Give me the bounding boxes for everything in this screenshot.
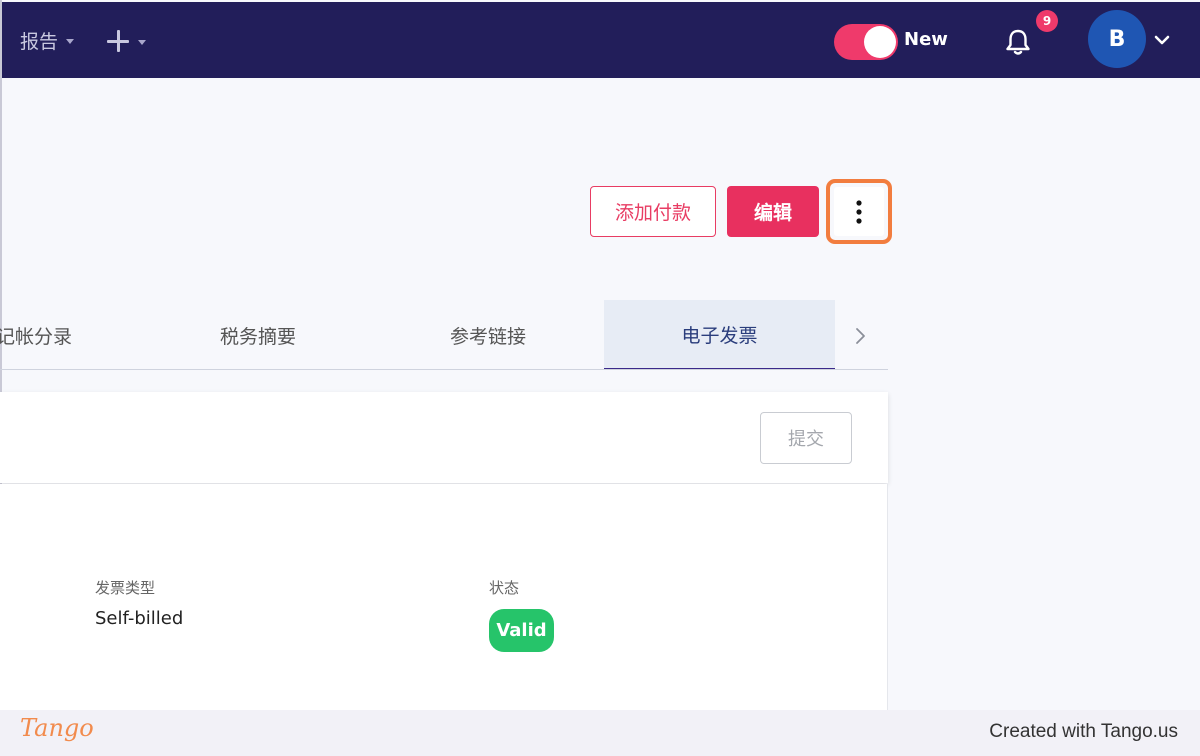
tab-e-invoice[interactable]: 电子发票: [604, 300, 835, 370]
caret-down-icon: [138, 39, 146, 45]
status-badge: Valid: [489, 609, 554, 652]
tabs-divider: [0, 369, 888, 370]
tab-tax-summary[interactable]: 税务摘要: [158, 300, 358, 370]
e-invoice-toolbar-card: 提交: [0, 392, 888, 483]
chevron-down-icon: [1154, 35, 1170, 45]
invoice-type-value: Self-billed: [95, 608, 184, 629]
reports-menu[interactable]: 报告: [20, 26, 75, 54]
avatar-initial: B: [1108, 26, 1126, 52]
submit-button[interactable]: 提交: [760, 412, 852, 464]
toggle-knob: [864, 26, 896, 58]
status-label: 状态: [489, 579, 520, 597]
footer-credit: Created with Tango.us: [989, 721, 1178, 742]
new-ui-toggle[interactable]: [834, 24, 898, 60]
add-payment-button[interactable]: 添加付款: [590, 186, 716, 237]
account-menu-toggle[interactable]: [1152, 30, 1172, 50]
toggle-label: New: [904, 29, 948, 50]
tab-bar: 记帐分录 税务摘要 参考链接 电子发票: [0, 300, 888, 371]
tab-reference-links[interactable]: 参考链接: [388, 300, 588, 370]
notification-badge: 9: [1036, 10, 1058, 32]
tab-label: 参考链接: [449, 325, 526, 348]
plus-icon: [106, 29, 130, 53]
tab-label: 记帐分录: [0, 325, 73, 348]
tab-label: 电子发票: [681, 324, 758, 347]
add-menu[interactable]: [106, 26, 146, 56]
notifications-button[interactable]: [1000, 24, 1036, 60]
bell-icon: [1006, 29, 1030, 55]
footer: Tango Created with Tango.us: [0, 710, 1200, 756]
e-invoice-details-card: 发票类型 Self-billed 状态 Valid: [0, 484, 888, 714]
reports-menu-label: 报告: [20, 30, 59, 53]
caret-down-icon: [66, 38, 75, 44]
edit-button[interactable]: 编辑: [727, 186, 819, 237]
more-actions-button[interactable]: [834, 187, 884, 236]
vertical-ellipsis-icon: [856, 199, 862, 224]
chevron-right-icon: [856, 328, 865, 344]
tab-journal-entries[interactable]: 记帐分录: [0, 300, 78, 370]
tabs-scroll-right-button[interactable]: [848, 324, 872, 348]
user-avatar[interactable]: B: [1088, 10, 1146, 68]
invoice-type-label: 发票类型: [95, 579, 156, 597]
tab-label: 税务摘要: [219, 325, 296, 348]
tango-logo: Tango: [20, 714, 94, 742]
